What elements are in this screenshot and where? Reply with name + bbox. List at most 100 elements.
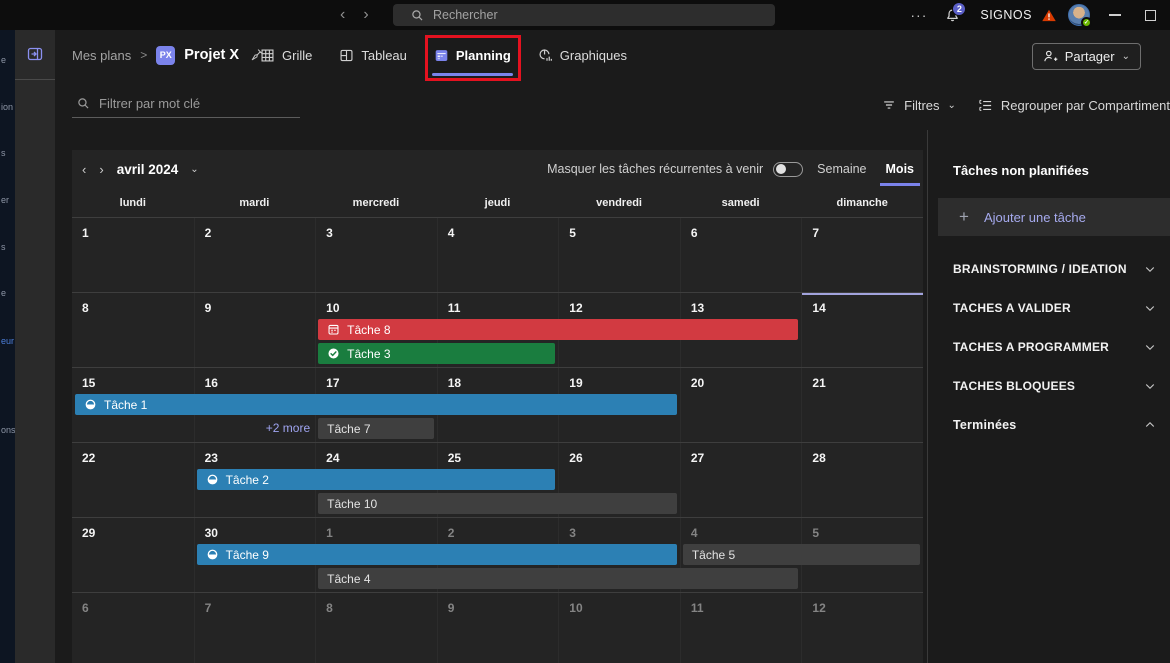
chevron-down-icon[interactable] bbox=[1144, 302, 1156, 314]
tab-tableau[interactable]: Tableau bbox=[339, 44, 407, 66]
warning-icon[interactable] bbox=[1041, 8, 1057, 23]
day-cell[interactable]: 20 bbox=[680, 368, 802, 442]
calendar-week-row: 22232425262728Tâche 2Tâche 10 bbox=[72, 442, 923, 517]
task-bar[interactable]: Tâche 5 bbox=[683, 544, 920, 565]
avatar[interactable]: ✓ bbox=[1068, 4, 1090, 26]
day-cell[interactable]: 1 bbox=[72, 218, 194, 292]
bucket-section[interactable]: Terminées bbox=[928, 405, 1170, 444]
bucket-label: TACHES BLOQUEES bbox=[953, 379, 1075, 393]
board-icon bbox=[339, 48, 354, 63]
more-options-icon[interactable]: ··· bbox=[910, 7, 927, 23]
day-cell[interactable]: 7 bbox=[194, 593, 316, 663]
task-bar[interactable]: Tâche 10 bbox=[318, 493, 677, 514]
truncated-text-fragment: ons bbox=[1, 425, 15, 435]
group-by-button[interactable]: Regrouper par Compartiment bbox=[1001, 98, 1170, 113]
task-bar[interactable]: Tâche 9 bbox=[197, 544, 677, 565]
global-search-input[interactable] bbox=[433, 8, 713, 22]
bucket-section[interactable]: BRAINSTORMING / IDEATION bbox=[928, 249, 1170, 288]
day-cell[interactable]: 3 bbox=[315, 218, 437, 292]
day-number: 2 bbox=[205, 226, 212, 240]
task-bar[interactable]: Tâche 1 bbox=[75, 394, 677, 415]
window-maximize-button[interactable] bbox=[1145, 10, 1156, 21]
month-view-button[interactable]: Mois bbox=[883, 162, 917, 176]
history-forward-icon[interactable]: › bbox=[363, 6, 368, 24]
expand-panel-icon[interactable] bbox=[27, 46, 43, 62]
keyword-filter[interactable] bbox=[72, 90, 300, 118]
history-back-icon[interactable]: ‹ bbox=[340, 6, 345, 24]
bucket-sections: BRAINSTORMING / IDEATIONTACHES A VALIDER… bbox=[928, 249, 1170, 444]
task-bar[interactable]: Tâche 4 bbox=[318, 568, 798, 589]
bucket-section[interactable]: TACHES A PROGRAMMER bbox=[928, 327, 1170, 366]
global-search[interactable] bbox=[393, 4, 775, 26]
task-bar[interactable]: Tâche 8 bbox=[318, 319, 798, 340]
background-window-edge: eionserseeurons bbox=[0, 30, 15, 663]
day-cell[interactable]: 29 bbox=[72, 518, 194, 592]
chevron-down-icon[interactable] bbox=[1144, 263, 1156, 275]
task-label: Tâche 2 bbox=[226, 473, 269, 487]
day-cell[interactable]: 9 bbox=[194, 293, 316, 367]
day-cell[interactable]: 11 bbox=[680, 593, 802, 663]
day-number: 2 bbox=[448, 526, 455, 540]
previous-month-icon[interactable]: ‹ bbox=[82, 162, 86, 177]
chevron-down-icon[interactable]: ⌄ bbox=[190, 164, 198, 175]
chevron-down-icon[interactable] bbox=[1144, 380, 1156, 392]
day-number: 28 bbox=[812, 451, 825, 465]
day-number: 11 bbox=[448, 301, 461, 315]
notifications-button[interactable]: 2 bbox=[945, 8, 960, 23]
day-cell[interactable]: 5 bbox=[558, 218, 680, 292]
day-cell[interactable]: 6 bbox=[680, 218, 802, 292]
day-number: 22 bbox=[82, 451, 95, 465]
bucket-section[interactable]: TACHES BLOQUEES bbox=[928, 366, 1170, 405]
day-number: 12 bbox=[812, 601, 825, 615]
chevron-down-icon[interactable] bbox=[1144, 341, 1156, 353]
share-button[interactable]: Partager ⌄ bbox=[1032, 43, 1141, 70]
next-month-icon[interactable]: › bbox=[99, 162, 103, 177]
bucket-section[interactable]: TACHES A VALIDER bbox=[928, 288, 1170, 327]
day-number: 1 bbox=[82, 226, 89, 240]
window-minimize-button[interactable] bbox=[1109, 14, 1121, 16]
weekday-label: samedi bbox=[680, 197, 802, 209]
add-task-button[interactable]: + Ajouter une tâche bbox=[938, 198, 1170, 236]
task-bar[interactable]: Tâche 3 bbox=[318, 343, 555, 364]
day-cell[interactable]: 6 bbox=[72, 593, 194, 663]
day-cell[interactable]: 28 bbox=[801, 443, 923, 517]
breadcrumb: Mes plans > PX Projet X bbox=[72, 30, 264, 80]
day-cell[interactable]: 8 bbox=[315, 593, 437, 663]
more-tasks-link[interactable]: +2 more bbox=[194, 418, 316, 439]
calendar-week-row: 15161718192021Tâche 1Tâche 7+2 more bbox=[72, 367, 923, 442]
weekday-label: dimanche bbox=[801, 197, 923, 209]
tab-graphiques[interactable]: Graphiques bbox=[538, 44, 627, 66]
day-number: 19 bbox=[569, 376, 582, 390]
day-cell[interactable]: 14 bbox=[801, 293, 923, 367]
day-number: 4 bbox=[691, 526, 698, 540]
day-number: 27 bbox=[691, 451, 704, 465]
tab-grille[interactable]: Grille bbox=[260, 44, 312, 66]
day-cell[interactable]: 4 bbox=[437, 218, 559, 292]
day-cell[interactable]: 21 bbox=[801, 368, 923, 442]
task-label: Tâche 9 bbox=[226, 548, 269, 562]
view-tabs: Grille Tableau Planning Graphiques bbox=[260, 30, 627, 80]
keyword-filter-input[interactable] bbox=[99, 96, 279, 111]
day-cell[interactable]: 27 bbox=[680, 443, 802, 517]
day-cell[interactable]: 9 bbox=[437, 593, 559, 663]
breadcrumb-my-plans[interactable]: Mes plans bbox=[72, 48, 131, 63]
tab-planning[interactable]: Planning bbox=[434, 44, 511, 66]
task-bar[interactable]: Tâche 2 bbox=[197, 469, 556, 490]
task-bar[interactable]: Tâche 7 bbox=[318, 418, 434, 439]
bucket-label: Terminées bbox=[953, 418, 1016, 432]
day-cell[interactable]: 2 bbox=[194, 218, 316, 292]
chevron-up-icon[interactable] bbox=[1144, 419, 1156, 431]
day-number: 9 bbox=[205, 301, 212, 315]
filters-button[interactable]: Filtres bbox=[904, 98, 939, 113]
week-view-button[interactable]: Semaine bbox=[817, 162, 866, 176]
day-cell[interactable]: 7 bbox=[801, 218, 923, 292]
day-cell[interactable]: 10 bbox=[558, 593, 680, 663]
hide-recurring-toggle[interactable] bbox=[773, 162, 803, 177]
day-cell[interactable]: 8 bbox=[72, 293, 194, 367]
day-cell[interactable]: 12 bbox=[801, 593, 923, 663]
day-number: 17 bbox=[326, 376, 339, 390]
month-label: avril 2024 bbox=[117, 162, 179, 177]
day-number: 30 bbox=[205, 526, 218, 540]
day-cell[interactable]: 22 bbox=[72, 443, 194, 517]
day-number: 9 bbox=[448, 601, 455, 615]
